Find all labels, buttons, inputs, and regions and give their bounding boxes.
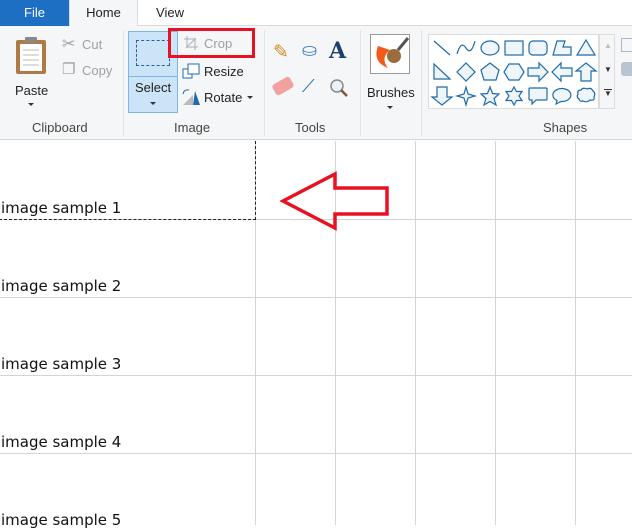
clipboard-icon (16, 37, 46, 74)
shape-cloud-callout-icon[interactable] (576, 87, 596, 103)
fill-shape-icon[interactable] (621, 62, 632, 76)
pencil-icon[interactable]: ✎ (273, 41, 289, 64)
tab-view[interactable]: View (138, 0, 202, 26)
selection-icon (136, 40, 170, 66)
resize-label: Resize (204, 64, 244, 79)
sample-label: image sample 4 (1, 433, 122, 451)
shape-right-arrow-icon[interactable] (527, 61, 549, 83)
paste-label: Paste (15, 83, 49, 98)
divider (421, 30, 422, 136)
tools-group-label: Tools (295, 120, 326, 135)
shape-oval-icon[interactable] (480, 40, 500, 56)
shape-curve-icon[interactable] (456, 40, 476, 55)
shapes-scroll[interactable]: ▲ ▼ ▼ (599, 34, 615, 109)
scissors-icon: ✂ (62, 36, 76, 53)
grid-line (0, 375, 632, 376)
drawing-canvas[interactable]: image sample 1 image sample 2 image samp… (0, 141, 632, 529)
shape-four-point-star-icon[interactable] (454, 84, 478, 108)
shape-line-icon[interactable] (433, 40, 451, 56)
shape-five-point-star-icon[interactable] (479, 85, 501, 107)
shape-diamond-icon[interactable] (456, 62, 476, 82)
divider (123, 30, 124, 136)
grid-line (0, 453, 632, 454)
chevron-down-icon (150, 102, 156, 105)
rotate-label: Rotate (204, 90, 243, 105)
chevron-down-icon (387, 106, 393, 109)
grid-line (495, 141, 496, 525)
divider (264, 30, 265, 136)
resize-icon (182, 63, 200, 79)
sample-label: image sample 3 (1, 355, 122, 373)
select-label: Select (135, 80, 172, 95)
grid-line (415, 141, 416, 525)
shape-six-point-star-icon[interactable] (504, 85, 524, 107)
shape-rectangle-icon[interactable] (504, 40, 524, 56)
sample-label: image sample 5 (1, 511, 122, 529)
shape-triangle-icon[interactable] (575, 38, 597, 56)
shape-hexagon-icon[interactable] (503, 63, 525, 81)
crop-highlight-box (168, 28, 255, 58)
selection-rectangle[interactable] (0, 141, 256, 220)
shape-polygon-icon[interactable] (552, 40, 572, 56)
text-icon[interactable]: A (329, 38, 346, 64)
image-group-label: Image (174, 120, 211, 135)
shape-rounded-rectangle-icon[interactable] (528, 40, 548, 56)
brush-icon (370, 34, 410, 74)
copy-button[interactable]: ❐ Copy (60, 60, 118, 80)
shape-rounded-rectangular-callout-icon[interactable] (528, 87, 548, 106)
shape-down-arrow-icon[interactable] (430, 86, 454, 106)
expand-gallery-icon[interactable]: ▼ (604, 89, 612, 98)
eraser-icon[interactable] (271, 75, 295, 97)
brushes-button[interactable]: Brushes (366, 32, 416, 112)
brushes-label: Brushes (367, 85, 415, 100)
copy-icon: ❐ (62, 61, 76, 78)
shape-left-arrow-icon[interactable] (551, 61, 573, 83)
shape-up-arrow-icon[interactable] (574, 62, 598, 82)
scroll-up-icon[interactable]: ▲ (604, 41, 612, 50)
cut-button[interactable]: ✂ Cut (60, 34, 110, 54)
magnifier-icon[interactable] (329, 78, 349, 98)
grid-line (0, 297, 632, 298)
resize-button[interactable]: Resize (180, 60, 252, 82)
rotate-button[interactable]: Rotate (180, 86, 256, 108)
chevron-down-icon (247, 96, 253, 99)
red-arrow-annotation (280, 171, 389, 231)
tab-home[interactable]: Home (69, 0, 138, 27)
shapes-gallery (428, 34, 599, 109)
shape-pentagon-icon[interactable] (480, 62, 500, 81)
color-picker-icon[interactable]: ⟋ (302, 76, 315, 97)
shape-oval-callout-icon[interactable] (552, 87, 572, 106)
chevron-down-icon (28, 103, 34, 106)
grid-line (575, 141, 576, 525)
copy-label: Copy (82, 63, 113, 78)
scroll-down-icon[interactable]: ▼ (604, 65, 612, 74)
clipboard-group-label: Clipboard (32, 120, 88, 135)
shape-right-triangle-icon[interactable] (433, 62, 452, 80)
fill-icon[interactable]: ⛀ (302, 40, 317, 61)
cut-label: Cut (82, 37, 103, 52)
shapes-group-label: Shapes (543, 120, 588, 135)
sample-label: image sample 2 (1, 277, 122, 295)
divider (360, 30, 361, 136)
rotate-icon (182, 89, 200, 105)
shapes-grid (430, 38, 598, 108)
outline-icon[interactable] (621, 38, 632, 52)
paste-button[interactable]: Paste (8, 30, 54, 110)
ribbon: Paste ✂ Cut ❐ Copy Clipboard Select Crop… (0, 26, 632, 140)
tab-file[interactable]: File (0, 0, 69, 26)
ribbon-tabs: File Home View (0, 0, 632, 27)
